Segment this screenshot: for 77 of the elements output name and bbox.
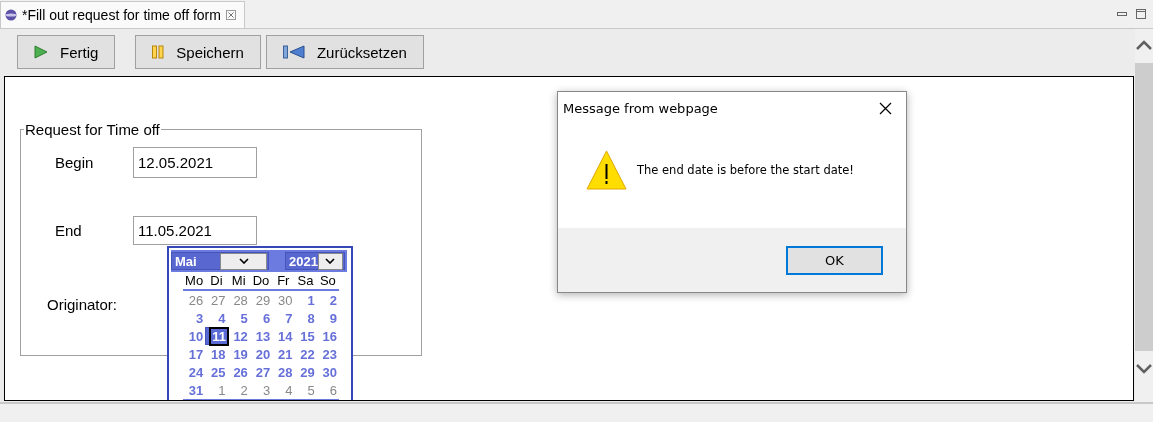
calendar-day[interactable]: 16 [320,328,339,344]
calendar-day[interactable]: 3 [260,382,273,398]
form-group-title: Request for Time off [24,121,161,138]
calendar-day[interactable]: 27 [253,364,273,380]
close-icon[interactable] [879,101,892,115]
calendar-day[interactable]: 1 [305,292,317,308]
date-field[interactable]: 11.05.2021 [133,216,257,245]
pause-icon [152,45,165,59]
calendar-day[interactable]: 19 [231,346,250,362]
toolbar-button[interactable]: Zurücksetzen [265,35,424,69]
calendar-day[interactable]: 1 [216,382,228,398]
field-label: End [54,222,83,239]
ok-button[interactable]: OK [786,245,883,275]
calendar-day[interactable]: 6 [260,310,273,326]
calendar-day[interactable]: 23 [320,346,339,362]
date-field[interactable]: 12.05.2021 [133,147,257,178]
calendar-day[interactable]: 11 [209,326,230,346]
calendar-day[interactable]: 8 [305,310,317,326]
field-label: Begin [54,154,95,171]
calendar-day[interactable]: 13 [253,328,273,344]
calendar-day[interactable]: 18 [209,346,228,362]
weekday-label: Do [252,273,270,288]
calendar-day[interactable]: 2 [238,382,250,398]
scrollbar-thumb[interactable] [1135,63,1153,351]
play-icon [34,45,48,59]
calendar-day[interactable]: 26 [186,292,206,308]
calendar-day[interactable]: 24 [186,364,206,380]
calendar-day[interactable]: 30 [320,364,339,380]
editor-tab[interactable]: *Fill out request for time off form [0,1,245,28]
rewind-icon [282,45,305,59]
weekday-label: So [319,273,336,288]
calendar-day[interactable]: 26 [231,364,250,380]
dialog-title: Message from webpage [563,100,719,116]
calendar-day[interactable]: 28 [275,364,295,380]
calendar-day[interactable]: 4 [283,382,295,398]
calendar-day[interactable]: 15 [298,328,317,344]
month-select[interactable]: Mai [171,252,269,270]
maximize-icon[interactable] [1136,8,1147,20]
calendar-day[interactable]: 4 [216,310,228,326]
calendar-day[interactable]: 27 [209,292,228,308]
weekday-label: Di [210,273,223,288]
weekday-label: Mo [185,273,204,288]
calendar-day[interactable]: 28 [231,292,250,308]
calendar-day[interactable]: 5 [238,310,250,326]
chevron-down-icon [325,258,336,264]
field-label: Originator: [46,296,119,313]
calendar-day[interactable]: 3 [194,310,206,326]
scroll-down-icon[interactable] [1136,364,1152,374]
year-select[interactable]: 2021 [285,252,345,270]
calendar-day[interactable]: 7 [283,310,295,326]
weekday-label: Fr [277,273,290,288]
calendar-day[interactable]: 12 [231,328,250,344]
calendar-day[interactable]: 25 [209,364,228,380]
calendar-day[interactable]: 6 [327,382,339,398]
calendar-day[interactable]: 29 [253,292,273,308]
chevron-down-icon [238,258,249,264]
calendar-day[interactable]: 2 [327,292,339,308]
calendar-day[interactable]: 10 [186,328,206,344]
calendar-day[interactable]: 31 [186,382,206,398]
calendar-day[interactable]: 30 [275,292,295,308]
weekday-label: Mi [231,273,246,288]
minimize-icon[interactable] [1117,11,1128,17]
warning-icon [586,150,627,190]
toolbar-button[interactable]: Fertig [17,35,116,69]
weekday-label: Sa [297,273,314,288]
calendar-day[interactable]: 17 [186,346,206,362]
toolbar-button[interactable]: Speichern [135,35,261,69]
calendar-day[interactable]: 20 [253,346,273,362]
calendar-day[interactable]: 22 [298,346,317,362]
calendar-day[interactable]: 9 [327,310,339,326]
scroll-up-icon[interactable] [1136,40,1152,50]
dialog-message: The end date is before the start date! [637,163,854,177]
globe-icon [5,9,17,21]
calendar-day[interactable]: 14 [275,328,295,344]
calendar-day[interactable]: 21 [275,346,295,362]
calendar-day[interactable]: 5 [305,382,317,398]
calendar-day[interactable]: 29 [298,364,317,380]
